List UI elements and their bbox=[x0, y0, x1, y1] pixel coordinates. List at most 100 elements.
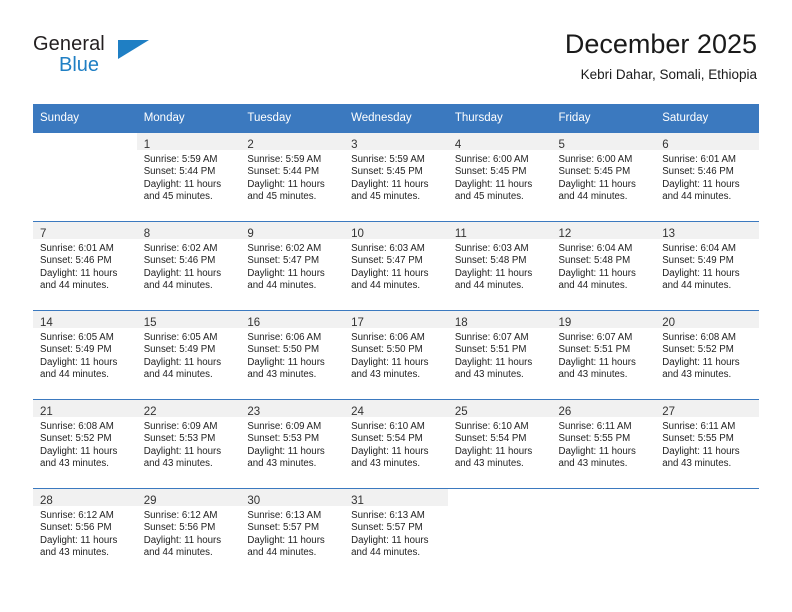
day-detail-line: Sunrise: 6:09 AM bbox=[143, 421, 218, 432]
day-detail-line: Daylight: 11 hours bbox=[143, 178, 222, 190]
day-number-band bbox=[655, 489, 759, 506]
day-cell-body: Sunrise: 6:12 AM Sunset: 5:56 PM Daylight:… bbox=[33, 506, 137, 560]
day-cell-22[interactable]: 22 Sunrise: 6:09 AM Sunset: 5:53 PM Dayligh… bbox=[136, 399, 241, 489]
day-cell-8[interactable]: 8 Sunrise: 6:02 AM Sunset: 5:46 PM Daylight… bbox=[136, 221, 241, 311]
day-cell-body: Sunrise: 5:59 AM Sunset: 5:44 PM Daylight:… bbox=[137, 150, 241, 204]
day-number-band: 11 bbox=[447, 222, 552, 240]
day-number-band: 4 bbox=[447, 133, 552, 151]
day-cell-9[interactable]: 9 Sunrise: 6:02 AM Sunset: 5:47 PM Daylight… bbox=[240, 221, 345, 311]
calendar-week-row: 21 Sunrise: 6:08 AM Sunset: 5:52 PM Dayligh… bbox=[33, 399, 759, 489]
page-header: General Blue December 2025 Kebri Dahar, … bbox=[0, 0, 792, 82]
day-number-band: 19 bbox=[551, 311, 656, 329]
day-cell-body: Sunrise: 6:08 AM Sunset: 5:52 PM Daylight:… bbox=[33, 417, 137, 471]
day-cell-12[interactable]: 12 Sunrise: 6:04 AM Sunset: 5:48 PM Dayligh… bbox=[551, 221, 656, 311]
day-detail-line: Sunset: 5:55 PM bbox=[558, 433, 631, 445]
day-detail-line: Sunset: 5:48 PM bbox=[558, 255, 631, 267]
brand-logo[interactable]: General Blue bbox=[33, 33, 153, 79]
day-cell-body: Sunrise: 6:09 AM Sunset: 5:53 PM Daylight:… bbox=[240, 417, 344, 471]
day-cell-28[interactable]: 28 Sunrise: 6:12 AM Sunset: 5:56 PM Dayligh… bbox=[33, 488, 137, 577]
day-number: 22 bbox=[143, 406, 157, 418]
day-cell-1[interactable]: 1 Sunrise: 5:59 AM Sunset: 5:44 PM Daylight… bbox=[136, 132, 241, 222]
day-cell-29[interactable]: 29 Sunrise: 6:12 AM Sunset: 5:56 PM Dayligh… bbox=[136, 488, 241, 577]
day-detail-line: Daylight: 11 hours bbox=[558, 445, 636, 457]
day-detail-line: Daylight: 11 hours bbox=[351, 445, 429, 457]
day-cell-6[interactable]: 6 Sunrise: 6:01 AM Sunset: 5:46 PM Daylight… bbox=[655, 132, 759, 222]
day-cell-2[interactable]: 2 Sunrise: 5:59 AM Sunset: 5:44 PM Daylight… bbox=[240, 132, 345, 222]
day-detail-line: and 43 minutes. bbox=[247, 458, 317, 470]
day-detail-line: Sunrise: 5:59 AM bbox=[351, 154, 425, 165]
day-number: 13 bbox=[662, 228, 676, 240]
day-detail-line: and 43 minutes. bbox=[247, 369, 317, 381]
day-number-band bbox=[33, 133, 137, 150]
day-detail-line: Daylight: 11 hours bbox=[558, 267, 636, 279]
day-detail-line: Daylight: 11 hours bbox=[143, 445, 222, 457]
day-cell-7[interactable]: 7 Sunrise: 6:01 AM Sunset: 5:46 PM Daylight… bbox=[33, 221, 137, 311]
day-number-band: 12 bbox=[551, 222, 656, 240]
day-cell-30[interactable]: 30 Sunrise: 6:13 AM Sunset: 5:57 PM Dayligh… bbox=[240, 488, 345, 577]
day-number-band: 21 bbox=[33, 400, 137, 418]
day-cell-19[interactable]: 19 Sunrise: 6:07 AM Sunset: 5:51 PM Dayligh… bbox=[551, 310, 656, 400]
day-cell-14[interactable]: 14 Sunrise: 6:05 AM Sunset: 5:49 PM Dayligh… bbox=[33, 310, 137, 400]
day-detail-line: and 43 minutes. bbox=[662, 458, 732, 470]
day-number-band: 23 bbox=[240, 400, 345, 418]
day-cell-21[interactable]: 21 Sunrise: 6:08 AM Sunset: 5:52 PM Dayligh… bbox=[33, 399, 137, 489]
day-cell-10[interactable]: 10 Sunrise: 6:03 AM Sunset: 5:47 PM Dayligh… bbox=[344, 221, 448, 311]
calendar-body: 1 Sunrise: 5:59 AM Sunset: 5:44 PM Daylight… bbox=[33, 132, 759, 577]
day-cell-26[interactable]: 26 Sunrise: 6:11 AM Sunset: 5:55 PM Dayligh… bbox=[551, 399, 656, 489]
day-cell-3[interactable]: 3 Sunrise: 5:59 AM Sunset: 5:45 PM Daylight… bbox=[344, 132, 448, 222]
day-cell-17[interactable]: 17 Sunrise: 6:06 AM Sunset: 5:50 PM Dayligh… bbox=[344, 310, 448, 400]
day-cell-23[interactable]: 23 Sunrise: 6:09 AM Sunset: 5:53 PM Dayligh… bbox=[240, 399, 345, 489]
day-cell-25[interactable]: 25 Sunrise: 6:10 AM Sunset: 5:54 PM Dayligh… bbox=[447, 399, 552, 489]
day-cell-31[interactable]: 31 Sunrise: 6:13 AM Sunset: 5:57 PM Dayligh… bbox=[344, 488, 448, 577]
day-detail-line: and 44 minutes. bbox=[558, 280, 628, 292]
day-detail-line: Sunset: 5:45 PM bbox=[454, 166, 527, 178]
day-detail-line: Sunset: 5:57 PM bbox=[247, 522, 320, 534]
day-cell-16[interactable]: 16 Sunrise: 6:06 AM Sunset: 5:50 PM Dayligh… bbox=[240, 310, 345, 400]
day-detail-line: Sunset: 5:54 PM bbox=[351, 433, 423, 445]
day-cell-27[interactable]: 27 Sunrise: 6:11 AM Sunset: 5:55 PM Dayligh… bbox=[655, 399, 759, 489]
day-detail-line: and 43 minutes. bbox=[40, 547, 109, 559]
day-number: 8 bbox=[143, 228, 151, 240]
day-cell-11[interactable]: 11 Sunrise: 6:03 AM Sunset: 5:48 PM Dayligh… bbox=[447, 221, 552, 311]
day-detail-line: Daylight: 11 hours bbox=[454, 178, 533, 190]
day-cell-body: Sunrise: 6:00 AM Sunset: 5:45 PM Daylight:… bbox=[552, 150, 656, 204]
day-detail-line: Daylight: 11 hours bbox=[351, 356, 429, 368]
day-cell-body: Sunrise: 6:01 AM Sunset: 5:46 PM Daylight:… bbox=[33, 239, 137, 293]
day-detail-line: Sunset: 5:57 PM bbox=[351, 522, 423, 534]
day-cell-empty bbox=[655, 488, 759, 577]
day-detail-line: Daylight: 11 hours bbox=[351, 534, 429, 546]
day-number: 23 bbox=[247, 406, 261, 418]
day-detail-line: Sunset: 5:47 PM bbox=[351, 255, 423, 267]
day-cell-24[interactable]: 24 Sunrise: 6:10 AM Sunset: 5:54 PM Dayligh… bbox=[344, 399, 448, 489]
day-number: 1 bbox=[143, 139, 151, 151]
day-detail-line: Sunrise: 6:10 AM bbox=[351, 421, 425, 432]
day-detail-line: Sunset: 5:49 PM bbox=[143, 344, 216, 356]
day-detail-line: Sunset: 5:50 PM bbox=[351, 344, 423, 356]
day-cell-20[interactable]: 20 Sunrise: 6:08 AM Sunset: 5:52 PM Dayligh… bbox=[655, 310, 759, 400]
day-detail-line: Sunrise: 6:12 AM bbox=[40, 510, 114, 521]
day-number-band: 31 bbox=[344, 489, 448, 507]
day-cell-4[interactable]: 4 Sunrise: 6:00 AM Sunset: 5:45 PM Daylight… bbox=[447, 132, 552, 222]
day-detail-line: Daylight: 11 hours bbox=[662, 445, 740, 457]
day-detail-line: Sunset: 5:55 PM bbox=[662, 433, 734, 445]
triangle-icon bbox=[118, 40, 149, 59]
day-number: 5 bbox=[558, 139, 565, 151]
day-detail-line: Daylight: 11 hours bbox=[143, 534, 222, 546]
day-detail-line: Daylight: 11 hours bbox=[454, 445, 533, 457]
day-number-band: 1 bbox=[136, 133, 241, 151]
day-cell-body: Sunrise: 6:10 AM Sunset: 5:54 PM Daylight:… bbox=[344, 417, 448, 471]
day-number-band: 3 bbox=[344, 133, 448, 151]
day-cell-13[interactable]: 13 Sunrise: 6:04 AM Sunset: 5:49 PM Dayligh… bbox=[655, 221, 759, 311]
day-detail-line: Sunset: 5:53 PM bbox=[247, 433, 320, 445]
day-detail-line: and 45 minutes. bbox=[143, 191, 213, 203]
day-detail-line: Sunrise: 6:06 AM bbox=[351, 332, 425, 343]
day-cell-body: Sunrise: 6:03 AM Sunset: 5:48 PM Daylight:… bbox=[448, 239, 552, 293]
day-number: 18 bbox=[454, 317, 468, 329]
day-cell-5[interactable]: 5 Sunrise: 6:00 AM Sunset: 5:45 PM Daylight… bbox=[551, 132, 656, 222]
day-cell-15[interactable]: 15 Sunrise: 6:05 AM Sunset: 5:49 PM Dayligh… bbox=[136, 310, 241, 400]
day-detail-line: Sunrise: 6:03 AM bbox=[351, 243, 425, 254]
day-number: 10 bbox=[351, 228, 364, 240]
day-detail-line: and 44 minutes. bbox=[143, 369, 213, 381]
day-cell-18[interactable]: 18 Sunrise: 6:07 AM Sunset: 5:51 PM Dayligh… bbox=[447, 310, 552, 400]
day-detail-line: and 44 minutes. bbox=[351, 547, 421, 559]
